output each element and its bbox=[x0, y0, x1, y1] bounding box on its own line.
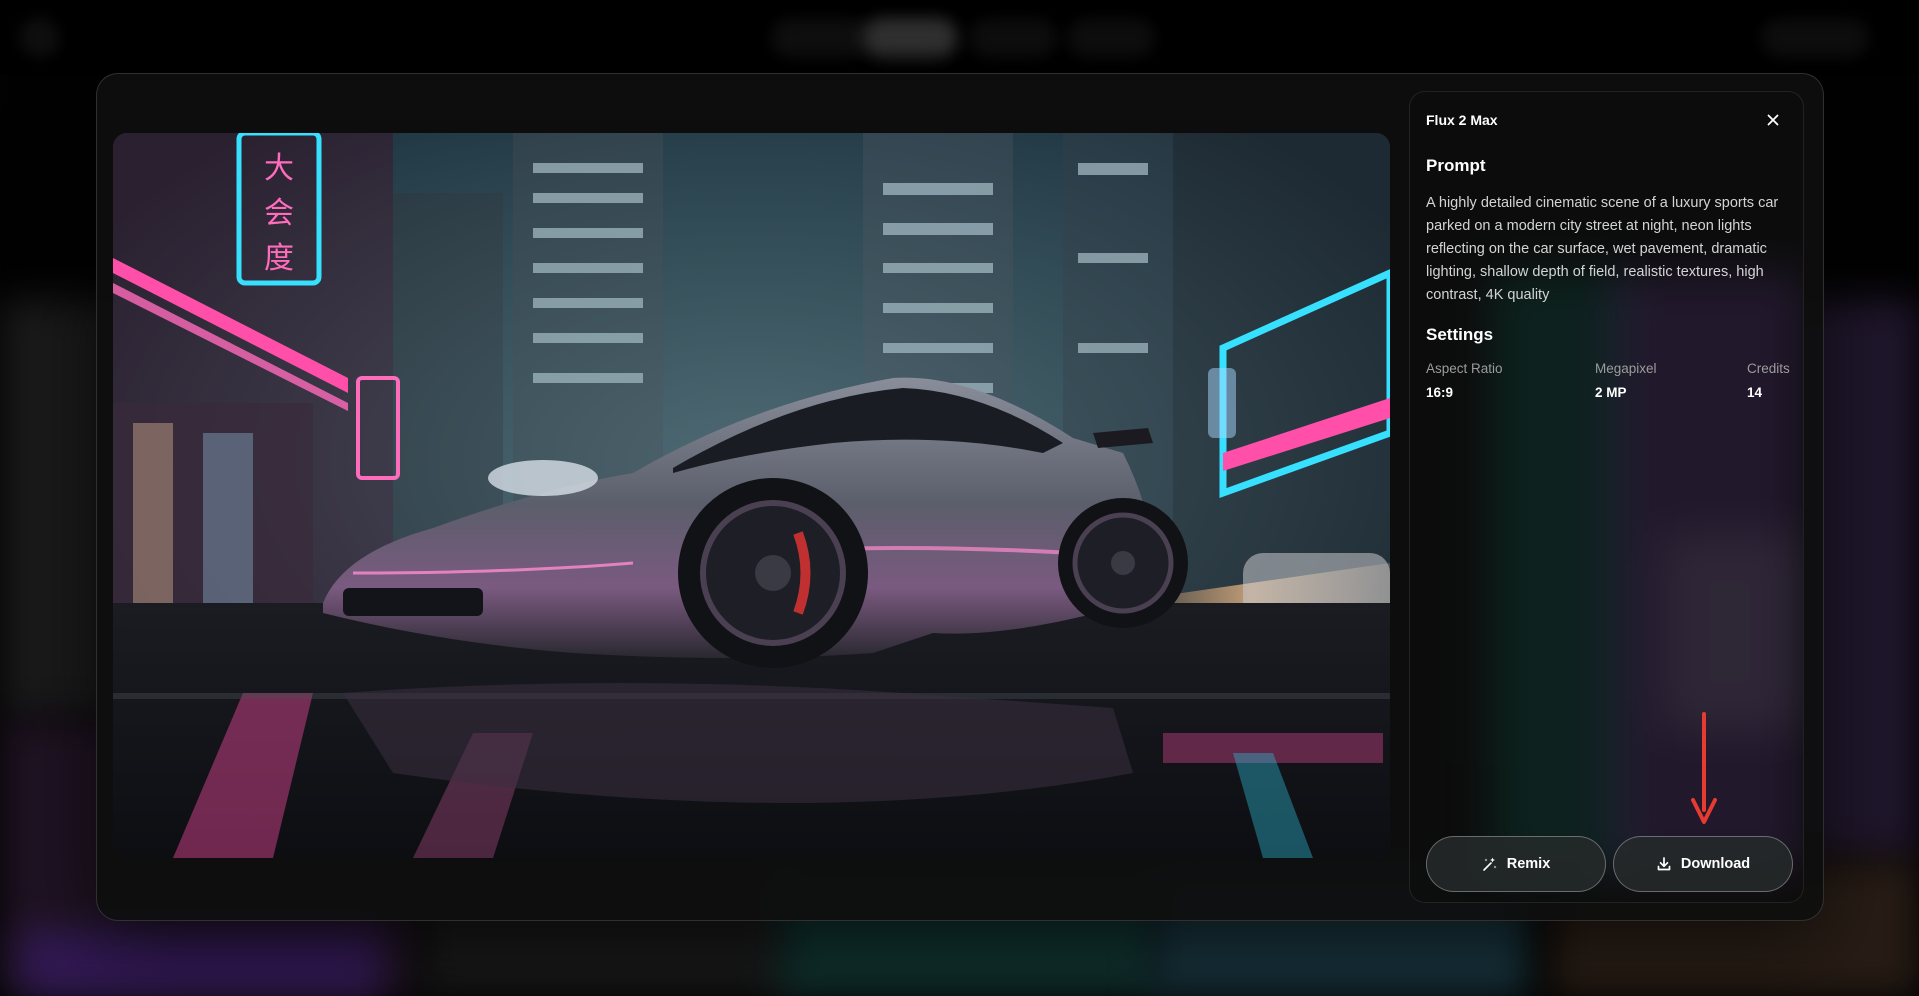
generated-image[interactable]: 大 会 度 bbox=[113, 133, 1390, 858]
setting-label: Aspect Ratio bbox=[1426, 361, 1503, 376]
settings-heading: Settings bbox=[1426, 325, 1494, 344]
prompt-heading: Prompt bbox=[1426, 156, 1486, 175]
remix-button[interactable]: Remix bbox=[1426, 836, 1606, 892]
setting-value: 16:9 bbox=[1426, 385, 1454, 400]
setting-label: Credits bbox=[1747, 361, 1790, 376]
download-button[interactable]: Download bbox=[1613, 836, 1793, 892]
prompt-text: A highly detailed cinematic scene of a l… bbox=[1426, 195, 1779, 303]
model-name: Flux 2 Max bbox=[1426, 112, 1498, 128]
arrow-down-icon bbox=[1691, 712, 1717, 824]
remix-label: Remix bbox=[1506, 856, 1551, 872]
neon-sign-char: 度 bbox=[264, 241, 294, 276]
setting-value: 14 bbox=[1747, 385, 1763, 400]
download-label: Download bbox=[1680, 856, 1751, 872]
download-icon bbox=[1657, 857, 1671, 871]
sparkle-icon bbox=[1482, 857, 1497, 871]
neon-sign-char: 会 bbox=[264, 196, 294, 231]
setting-credits: Credits 14 bbox=[1747, 361, 1790, 400]
generated-image-artwork: 大 会 度 bbox=[113, 133, 1390, 858]
close-button[interactable] bbox=[1761, 108, 1785, 132]
setting-aspect-ratio: Aspect Ratio 16:9 bbox=[1426, 361, 1503, 400]
image-details-panel: Flux 2 Max Prompt A highly detailed cine… bbox=[1409, 91, 1804, 903]
close-icon bbox=[1767, 114, 1779, 126]
setting-megapixel: Megapixel 2 MP bbox=[1595, 361, 1657, 400]
settings-list: Aspect Ratio 16:9 Megapixel 2 MP Credits… bbox=[1426, 361, 1796, 407]
setting-label: Megapixel bbox=[1595, 361, 1657, 376]
image-detail-modal: 大 会 度 Flux 2 Max Prompt A highly detaile… bbox=[96, 73, 1824, 921]
setting-value: 2 MP bbox=[1595, 385, 1627, 400]
neon-sign-char: 大 bbox=[264, 151, 294, 186]
